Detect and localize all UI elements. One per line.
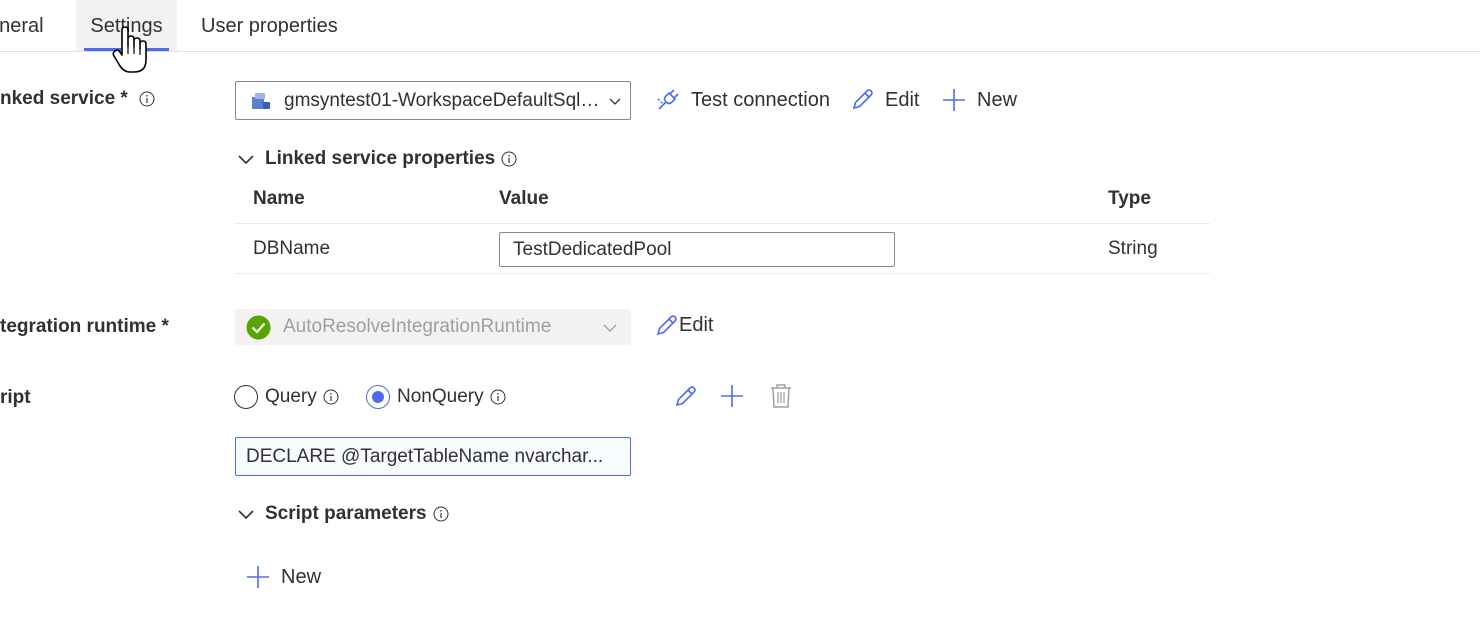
script-editor-input[interactable]: DECLARE @TargetTableName nvarchar... [235, 437, 631, 476]
column-header-value: Value [499, 188, 549, 209]
test-connection-button[interactable]: Test connection [655, 85, 830, 115]
new-linked-service-button[interactable]: New [941, 85, 1017, 115]
dbname-value-input[interactable]: TestDedicatedPool [499, 232, 895, 267]
info-icon[interactable] [433, 506, 449, 522]
success-check-icon [246, 315, 271, 339]
new-label: New [281, 565, 322, 588]
info-icon[interactable] [139, 91, 155, 107]
plus-icon[interactable] [719, 383, 745, 409]
hand-cursor-icon [112, 26, 147, 73]
edit-linked-service-button[interactable]: Edit [849, 85, 919, 115]
radio-query[interactable]: Query [234, 385, 339, 409]
plus-icon [943, 89, 965, 111]
radio-nonquery[interactable]: NonQuery [366, 385, 506, 409]
sql-database-icon [252, 92, 270, 109]
integration-runtime-label: tegration runtime * [0, 316, 169, 338]
tab-general[interactable]: eneral [0, 0, 44, 51]
radio-query-label: Query [265, 386, 317, 407]
script-label: ript [0, 387, 31, 408]
pencil-icon [852, 89, 873, 110]
required-mark: * [161, 316, 169, 337]
plus-icon [247, 566, 269, 588]
required-mark: * [120, 88, 128, 109]
integration-runtime-selected: AutoResolveIntegrationRuntime [283, 316, 552, 337]
test-connection-label: Test connection [691, 88, 830, 111]
row-name: DBName [253, 238, 331, 259]
plug-icon [657, 89, 679, 110]
linked-service-properties-title: Linked service properties [265, 148, 496, 169]
info-icon[interactable] [490, 389, 506, 405]
linked-service-label: nked service * [0, 88, 155, 110]
column-header-type: Type [1108, 188, 1151, 209]
radio-circle [234, 385, 258, 409]
linked-service-properties-header[interactable]: Linked service properties [237, 147, 517, 171]
new-label: New [977, 88, 1018, 111]
tab-user-properties[interactable]: User properties [201, 0, 338, 51]
table-header: Name Value Type [235, 176, 1210, 224]
row-type: String [1108, 238, 1158, 259]
pencil-icon[interactable] [672, 383, 698, 409]
chevron-down-icon [609, 98, 621, 105]
trash-icon[interactable] [769, 383, 793, 409]
edit-label: Edit [885, 88, 920, 111]
info-icon[interactable] [501, 151, 517, 167]
script-parameters-title: Script parameters [265, 503, 427, 524]
pencil-icon [656, 315, 677, 336]
edit-label: Edit [679, 313, 714, 336]
integration-runtime-dropdown[interactable]: AutoResolveIntegrationRuntime [235, 309, 631, 345]
script-parameters-header[interactable]: Script parameters [237, 502, 449, 526]
column-header-name: Name [253, 188, 305, 209]
radio-circle-selected [366, 385, 390, 409]
chevron-down-icon [238, 155, 254, 165]
edit-integration-runtime-button[interactable]: Edit [655, 310, 713, 340]
linked-service-dropdown[interactable]: gmsyntest01-WorkspaceDefaultSqlS... [235, 81, 631, 120]
tab-bar: eneral Settings User properties [0, 0, 1480, 52]
linked-service-label-text: nked service [0, 88, 116, 109]
new-script-parameter-button[interactable]: New [245, 562, 321, 592]
chevron-down-icon [238, 510, 254, 520]
info-icon[interactable] [323, 389, 339, 405]
linked-service-selected: gmsyntest01-WorkspaceDefaultSqlS... [284, 89, 608, 111]
radio-nonquery-label: NonQuery [397, 386, 484, 407]
chevron-down-icon [603, 324, 617, 332]
table-row: DBName TestDedicatedPool String [235, 224, 1210, 274]
integration-runtime-label-text: tegration runtime [0, 316, 157, 337]
